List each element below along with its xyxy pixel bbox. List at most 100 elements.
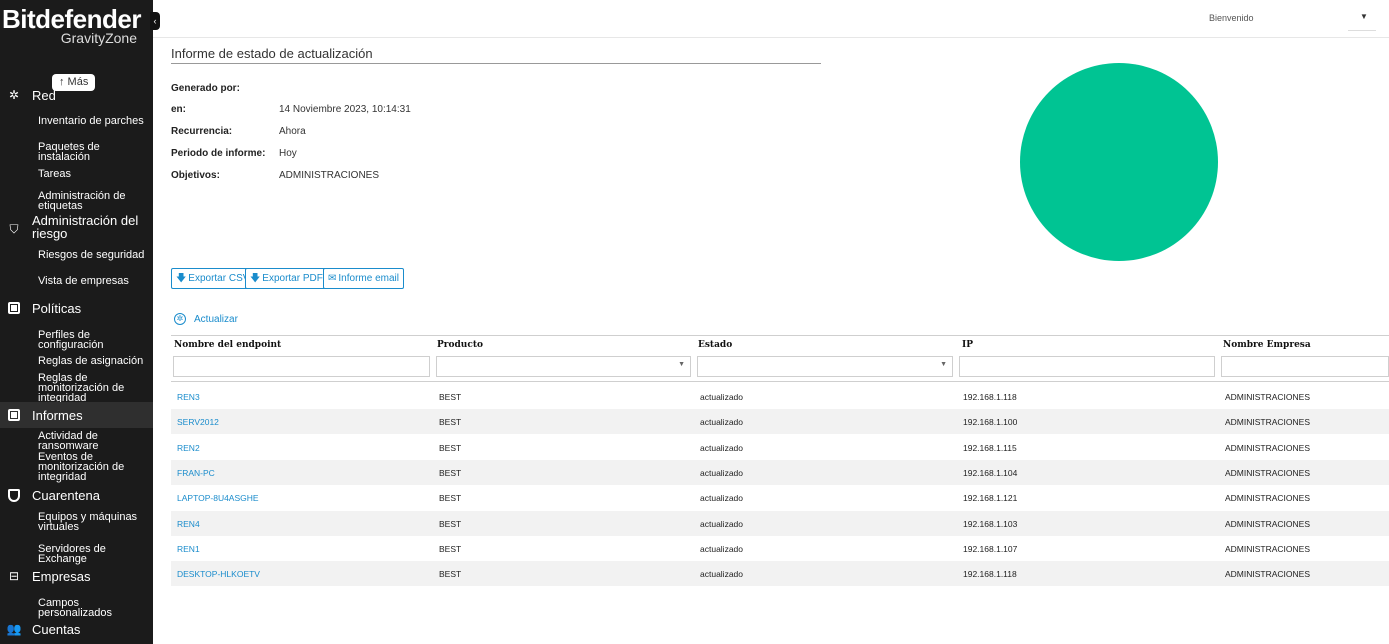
nav-group-riesgo[interactable]: ⛉ Administración del riesgo xyxy=(0,214,153,242)
status-pie-chart[interactable] xyxy=(1020,63,1218,261)
email-report-button[interactable]: ✉ Informe email xyxy=(323,268,404,289)
download-icon: 🡇 xyxy=(250,273,261,284)
nav-item-campos-personalizados[interactable]: Campos personalizados xyxy=(38,598,153,619)
reports-icon xyxy=(6,407,22,423)
quarantine-icon xyxy=(6,487,22,503)
nav-item-eventos-monitorizacion[interactable]: Eventos de monitorización de integridad xyxy=(38,452,153,483)
endpoint-link[interactable]: FRAN-PC xyxy=(177,468,215,478)
ip-cell: 192.168.1.104 xyxy=(963,468,1018,478)
endpoint-link[interactable]: REN2 xyxy=(177,443,200,453)
refresh-icon: ✲ xyxy=(174,313,186,325)
chevron-down-icon: ▼ xyxy=(940,361,947,368)
endpoint-link[interactable]: REN4 xyxy=(177,519,200,529)
empresa-cell: ADMINISTRACIONES xyxy=(1225,569,1311,579)
empresa-cell: ADMINISTRACIONES xyxy=(1225,468,1311,478)
nav-group-label: Red xyxy=(32,87,56,103)
empresa-cell: ADMINISTRACIONES xyxy=(1225,417,1311,427)
email-icon: ✉ xyxy=(328,273,337,284)
estado-cell: actualizado xyxy=(700,468,744,478)
nav-item-reglas-monitorizacion[interactable]: Reglas de monitorización de integridad xyxy=(38,373,153,404)
table-header-divider xyxy=(171,381,1389,382)
refresh-button[interactable]: ✲ Actualizar xyxy=(174,313,238,325)
nav-group-label: Administración del riesgo xyxy=(32,213,139,241)
producto-cell: BEST xyxy=(439,519,462,529)
table-row: LAPTOP-8U4ASGHE BEST actualizado 192.168… xyxy=(171,485,1389,510)
network-icon: ✲ xyxy=(8,88,20,102)
column-header-empresa[interactable]: Nombre Empresa xyxy=(1223,340,1311,350)
nav-item-inventario[interactable]: Inventario de parches xyxy=(38,116,153,127)
endpoint-link[interactable]: DESKTOP-HLKOETV xyxy=(177,569,260,579)
welcome-menu[interactable]: Bienvenido xyxy=(1209,13,1254,23)
column-header-producto[interactable]: Producto xyxy=(437,340,483,350)
producto-cell: BEST xyxy=(439,392,462,402)
ip-cell: 192.168.1.118 xyxy=(963,392,1017,402)
estado-cell: actualizado xyxy=(700,544,744,554)
nav-item-paquetes[interactable]: Paquetes de instalación xyxy=(38,142,153,163)
filter-ip-input[interactable] xyxy=(959,356,1215,377)
nav-group-label: Políticas xyxy=(32,300,82,316)
estado-cell: actualizado xyxy=(700,493,744,503)
button-label: Exportar CSV xyxy=(188,273,250,284)
table-row: REN3 BEST actualizado 192.168.1.118 ADMI… xyxy=(171,384,1389,409)
estado-cell: actualizado xyxy=(700,392,744,402)
sidebar: Bitdefender GravityZone ↑ Más ✲ Red Inve… xyxy=(0,0,153,644)
producto-cell: BEST xyxy=(439,417,462,427)
nav-item-etiquetas[interactable]: Administración de etiquetas xyxy=(38,191,153,212)
nav-group-red[interactable]: ✲ Red xyxy=(0,86,153,104)
nav-item-perfiles[interactable]: Perfiles de configuración xyxy=(38,330,153,351)
nav-group-politicas[interactable]: Políticas xyxy=(0,299,153,317)
filter-producto-select[interactable]: ▼ xyxy=(436,356,691,377)
export-csv-button[interactable]: 🡇 Exportar CSV xyxy=(171,268,255,289)
ip-cell: 192.168.1.115 xyxy=(963,443,1017,453)
info-label: Generado por: xyxy=(171,83,240,94)
estado-cell: actualizado xyxy=(700,443,744,453)
policies-icon xyxy=(6,300,22,316)
empresa-cell: ADMINISTRACIONES xyxy=(1225,443,1311,453)
endpoint-link[interactable]: SERV2012 xyxy=(177,417,219,427)
nav-item-tareas[interactable]: Tareas xyxy=(38,169,153,180)
nav-item-reglas-asignacion[interactable]: Reglas de asignación xyxy=(38,356,153,367)
brand-logo[interactable]: Bitdefender GravityZone xyxy=(0,2,153,46)
ip-cell: 192.168.1.118 xyxy=(963,569,1017,579)
table-row: REN2 BEST actualizado 192.168.1.115 ADMI… xyxy=(171,435,1389,460)
filter-estado-select[interactable]: ▼ xyxy=(697,356,953,377)
brand-subtitle: GravityZone xyxy=(60,30,137,46)
pie-slice-actualizado[interactable] xyxy=(1020,63,1218,261)
nav-item-equipos[interactable]: Equipos y máquinas virtuales xyxy=(38,512,153,533)
estado-cell: actualizado xyxy=(700,519,744,529)
nav-item-actividad-ransomware[interactable]: Actividad de ransomware xyxy=(38,431,153,452)
table-row: REN4 BEST actualizado 192.168.1.103 ADMI… xyxy=(171,511,1389,536)
info-value: Ahora xyxy=(279,126,306,137)
table-top-divider xyxy=(171,335,1389,336)
estado-cell: actualizado xyxy=(700,569,744,579)
column-header-estado[interactable]: Estado xyxy=(698,340,732,350)
collapse-sidebar-button[interactable]: ‹ xyxy=(150,12,160,30)
info-value: Hoy xyxy=(279,148,297,159)
nav-group-informes[interactable]: Informes xyxy=(0,402,153,428)
nav-group-empresas[interactable]: ⊟ Empresas xyxy=(0,567,153,585)
endpoint-link[interactable]: REN3 xyxy=(177,392,200,402)
column-header-ip[interactable]: IP xyxy=(962,340,973,350)
nav-group-cuarentena[interactable]: Cuarentena xyxy=(0,486,153,504)
table-row: REN1 BEST actualizado 192.168.1.107 ADMI… xyxy=(171,536,1389,561)
endpoint-link[interactable]: REN1 xyxy=(177,544,200,554)
nav-group-label: Cuarentena xyxy=(32,487,100,503)
info-label: en: xyxy=(171,104,186,115)
info-value: 14 Noviembre 2023, 10:14:31 xyxy=(279,104,411,115)
export-pdf-button[interactable]: 🡇 Exportar PDF xyxy=(245,268,328,289)
estado-cell: actualizado xyxy=(700,417,744,427)
endpoint-link[interactable]: LAPTOP-8U4ASGHE xyxy=(177,493,259,503)
filter-endpoint-input[interactable] xyxy=(173,356,430,377)
filter-empresa-input[interactable] xyxy=(1221,356,1389,377)
column-header-endpoint[interactable]: Nombre del endpoint xyxy=(174,340,281,350)
risk-shield-icon: ⛉ xyxy=(9,221,19,236)
nav-group-label: Cuentas xyxy=(32,621,81,637)
nav-group-cuentas[interactable]: 👥 Cuentas xyxy=(0,620,153,638)
nav-item-vista[interactable]: Vista de empresas xyxy=(38,276,153,287)
chevron-down-icon[interactable]: ▼ xyxy=(1360,12,1368,21)
nav-item-riesgos[interactable]: Riesgos de seguridad xyxy=(38,250,153,261)
empresa-cell: ADMINISTRACIONES xyxy=(1225,519,1311,529)
accounts-icon: 👥 xyxy=(6,622,22,636)
nav-item-servidores-exchange[interactable]: Servidores de Exchange xyxy=(38,544,153,565)
companies-icon: ⊟ xyxy=(8,569,20,583)
